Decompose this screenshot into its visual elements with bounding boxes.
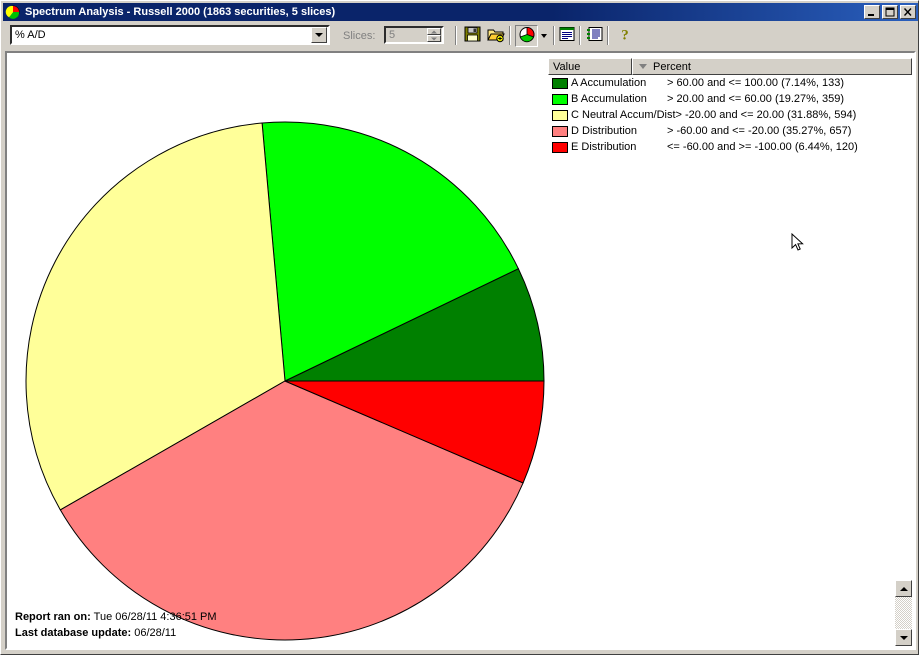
report-ran-label: Report ran on:	[15, 611, 91, 623]
maximize-icon	[883, 6, 897, 18]
pie-chart-icon	[517, 26, 536, 46]
chevron-down-icon[interactable]	[311, 27, 327, 43]
minimize-button[interactable]	[864, 5, 880, 19]
legend-item-name: E Distribution	[571, 141, 637, 153]
legend-color-swatch	[552, 77, 568, 89]
minimize-icon	[865, 6, 879, 18]
legend: Value Percent A Accumulation > 60.00 and …	[548, 58, 912, 158]
legend-item-name: B Accumulation	[571, 93, 647, 105]
report-ran-line: Report ran on: Tue 06/28/11 4:36:51 PM	[15, 609, 217, 625]
title-bar[interactable]: Spectrum Analysis - Russell 2000 (1863 s…	[3, 3, 918, 21]
spectrum-chart: Value Percent A Accumulation > 60.00 and …	[7, 53, 914, 648]
report-list-icon	[558, 26, 576, 46]
legend-item[interactable]: A Accumulation > 60.00 and <= 100.00 (7.1…	[548, 75, 912, 91]
indicator-combo[interactable]: % A/D	[10, 25, 330, 45]
last-db-update-value: 06/28/11	[134, 627, 177, 639]
legend-column-percent-label: Percent	[653, 60, 691, 73]
sort-descending-icon	[639, 64, 647, 69]
legend-item[interactable]: B Accumulation > 20.00 and <= 60.00 (19.2…	[548, 91, 912, 107]
floppy-disk-icon	[464, 26, 482, 46]
save-button[interactable]	[461, 25, 484, 47]
scrollbar-track[interactable]	[895, 597, 912, 629]
legend-color-swatch	[552, 93, 568, 105]
legend-item-description: > 20.00 and <= 60.00 (19.27%, 359)	[667, 93, 845, 105]
report-view-button[interactable]	[555, 25, 578, 47]
detail-view-button[interactable]	[583, 25, 606, 47]
slices-stepper-buttons[interactable]	[427, 28, 441, 42]
toolbar-separator	[579, 26, 581, 45]
legend-color-swatch	[552, 125, 568, 137]
legend-item-description: > -20.00 and <= 20.00 (31.88%, 594)	[675, 109, 857, 121]
last-db-update-line: Last database update: 06/28/11	[15, 625, 217, 641]
open-button[interactable]	[484, 25, 507, 47]
legend-item-description: <= -60.00 and >= -100.00 (6.44%, 120)	[667, 141, 858, 153]
question-mark-icon: ?	[616, 26, 634, 46]
legend-column-value-label: Value	[553, 60, 581, 73]
pie-chart-view-button[interactable]	[515, 25, 538, 47]
legend-column-value[interactable]: Value	[548, 58, 632, 75]
pie-chart-svg	[25, 121, 545, 641]
application-window: Spectrum Analysis - Russell 2000 (1863 s…	[0, 0, 919, 655]
chevron-down-icon	[539, 30, 549, 43]
open-folder-icon	[486, 26, 505, 46]
legend-item-description: > -60.00 and <= -20.00 (35.27%, 657)	[667, 125, 852, 137]
maximize-button[interactable]	[882, 5, 898, 19]
pie-chart-app-icon	[5, 5, 21, 19]
toolbar-separator	[607, 26, 609, 45]
scroll-up-button[interactable]	[895, 580, 912, 597]
slices-label: Slices:	[343, 30, 376, 42]
last-db-update-label: Last database update:	[15, 627, 132, 639]
legend-item-description: > 60.00 and <= 100.00 (7.14%, 133)	[667, 77, 845, 89]
chart-client-area: Value Percent A Accumulation > 60.00 and …	[5, 51, 916, 650]
slices-decrement-button[interactable]	[427, 35, 441, 42]
legend-item-name: C Neutral Accum/Dist	[571, 109, 676, 121]
pie-chart[interactable]	[7, 53, 567, 648]
toolbar: % A/D Slices: 5 ?	[3, 22, 918, 49]
window-title: Spectrum Analysis - Russell 2000 (1863 s…	[25, 6, 336, 18]
indicator-combo-value: % A/D	[15, 29, 46, 41]
toolbar-separator	[509, 26, 511, 45]
legend-rows: A Accumulation > 60.00 and <= 100.00 (7.1…	[548, 75, 912, 155]
help-button[interactable]: ?	[613, 25, 636, 47]
scroll-down-button[interactable]	[895, 629, 912, 646]
legend-column-percent[interactable]: Percent	[632, 58, 912, 75]
legend-item-name: A Accumulation	[571, 77, 647, 89]
slices-increment-button[interactable]	[427, 28, 441, 35]
toolbar-separator	[455, 26, 457, 45]
report-footer: Report ran on: Tue 06/28/11 4:36:51 PM L…	[15, 609, 217, 641]
legend-header: Value Percent	[548, 58, 912, 75]
close-icon	[901, 6, 915, 18]
detail-list-icon	[586, 26, 604, 46]
vertical-scrollbar[interactable]	[895, 580, 912, 646]
slices-value: 5	[389, 29, 396, 41]
legend-item[interactable]: D Distribution > -60.00 and <= -20.00 (35…	[548, 123, 912, 139]
chart-type-dropdown-button[interactable]	[537, 25, 550, 47]
close-button[interactable]	[900, 5, 916, 19]
slices-stepper[interactable]: 5	[384, 26, 444, 44]
svg-text:?: ?	[621, 28, 629, 44]
report-ran-value: Tue 06/28/11 4:36:51 PM	[93, 611, 217, 623]
legend-color-swatch	[552, 141, 568, 153]
legend-item[interactable]: C Neutral Accum/Dist > -20.00 and <= 20.0…	[548, 107, 912, 123]
legend-item-name: D Distribution	[571, 125, 638, 137]
legend-color-swatch	[552, 109, 568, 121]
legend-item[interactable]: E Distribution <= -60.00 and >= -100.00 (…	[548, 139, 912, 155]
